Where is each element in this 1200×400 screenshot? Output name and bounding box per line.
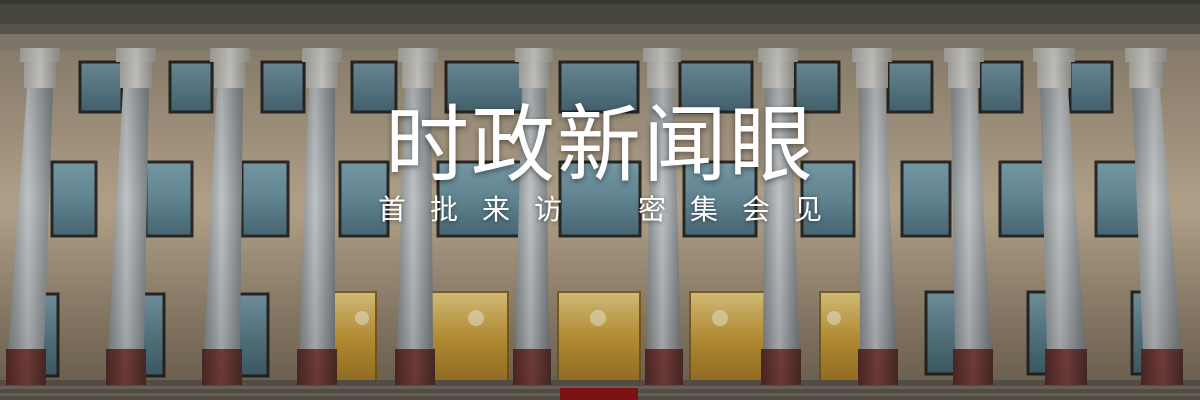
- subtitle-char: 首: [377, 193, 406, 226]
- subtitle-char: 见: [793, 193, 822, 226]
- news-banner: 时政新闻眼 首批来访 密集会见: [0, 0, 1200, 400]
- subtitle-char: 密: [637, 193, 666, 226]
- subtitle-char: 批: [429, 193, 458, 226]
- subtitle-char: 来: [481, 193, 510, 226]
- title-block: 时政新闻眼: [0, 95, 1200, 195]
- subtitle-char: 访: [533, 193, 562, 226]
- subtitle-gap: [574, 190, 626, 230]
- subtitle-char: 会: [741, 193, 770, 226]
- subtitle-char: 集: [689, 193, 718, 226]
- page-title: 时政新闻眼: [384, 96, 815, 194]
- subtitle: 首批来访 密集会见: [0, 190, 1200, 230]
